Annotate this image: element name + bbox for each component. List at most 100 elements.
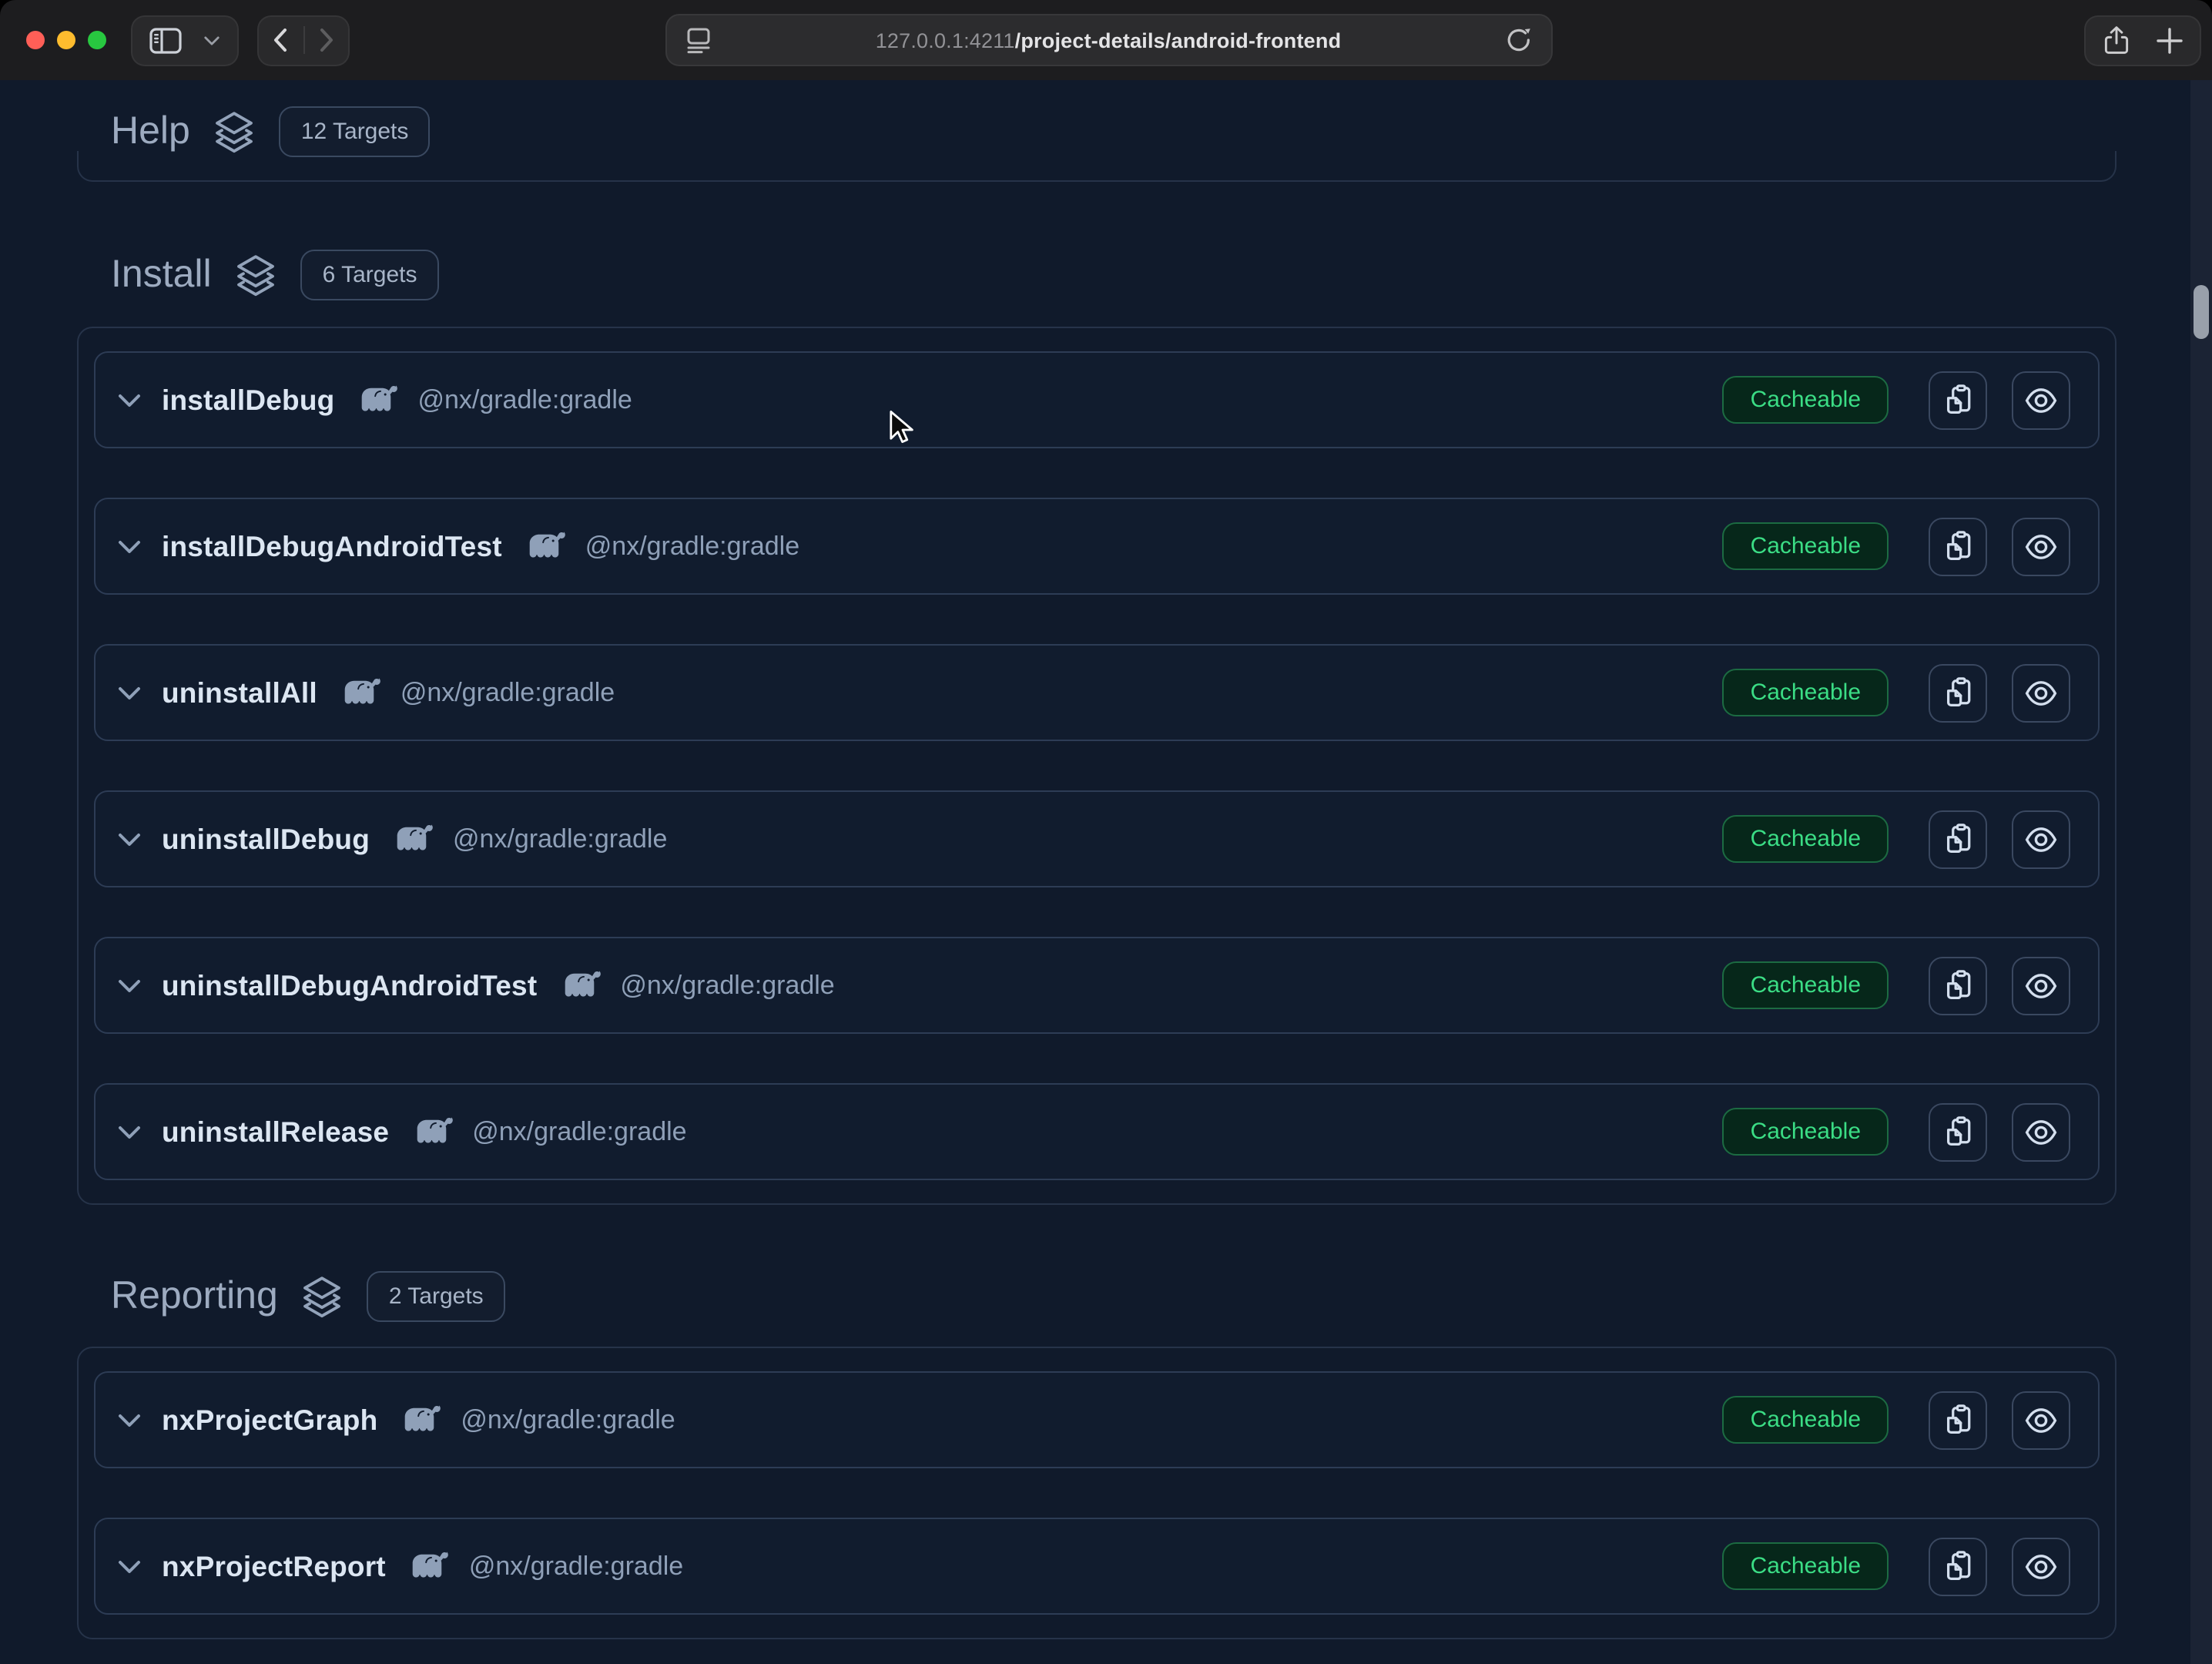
target-name: uninstallAll [162, 676, 317, 710]
gradle-elephant-icon [337, 676, 382, 710]
chevron-down-icon[interactable] [117, 1124, 142, 1139]
share-button[interactable] [2101, 23, 2132, 57]
target-row[interactable]: uninstallRelease @nx/gradle:gradle Cache… [94, 1083, 2100, 1180]
scrollbar-thumb[interactable] [2194, 285, 2209, 339]
page-settings-icon[interactable] [685, 26, 712, 54]
target-count-badge: 12 Targets [280, 106, 431, 156]
target-row[interactable]: nxProjectGraph @nx/gradle:gradle Cacheab… [94, 1371, 2100, 1468]
eye-icon [2024, 1115, 2058, 1149]
target-name: nxProjectGraph [162, 1403, 377, 1437]
gradle-elephant-icon [557, 968, 602, 1002]
cacheable-badge: Cacheable [1723, 1108, 1889, 1156]
chevron-down-icon[interactable] [203, 35, 220, 45]
target-name: uninstallRelease [162, 1115, 389, 1149]
reporting-targets-card: nxProjectGraph @nx/gradle:gradle Cacheab… [77, 1347, 2116, 1639]
section-title: Help [111, 109, 190, 153]
reload-button[interactable] [1505, 26, 1533, 54]
chevron-down-icon[interactable] [117, 538, 142, 554]
target-executor: @nx/gradle:gradle [461, 1404, 675, 1435]
zoom-window-button[interactable] [88, 31, 106, 49]
copy-button[interactable] [1929, 663, 1987, 722]
section-title: Install [111, 252, 212, 297]
browser-titlebar: 127.0.0.1:4211/project-details/android-f… [0, 0, 2212, 80]
chevron-down-icon[interactable] [117, 1558, 142, 1574]
target-row[interactable]: installDebugAndroidTest @nx/gradle:gradl… [94, 498, 2100, 595]
chevron-down-icon[interactable] [117, 685, 142, 700]
target-executor: @nx/gradle:gradle [585, 531, 799, 562]
target-row[interactable]: uninstallDebug @nx/gradle:gradle Cacheab… [94, 790, 2100, 887]
copy-icon [1942, 1404, 1974, 1436]
target-name: uninstallDebug [162, 822, 370, 856]
target-row[interactable]: nxProjectReport @nx/gradle:gradle Cachea… [94, 1518, 2100, 1615]
view-button[interactable] [2012, 1537, 2070, 1595]
close-window-button[interactable] [26, 31, 45, 49]
screen: 127.0.0.1:4211/project-details/android-f… [0, 0, 2212, 1664]
section-header-install: Install 6 Targets [111, 242, 439, 307]
view-button[interactable] [2012, 956, 2070, 1015]
gradle-elephant-icon [397, 1403, 442, 1437]
section-header-reporting: Reporting 2 Targets [111, 1263, 505, 1328]
copy-icon [1942, 1550, 1974, 1582]
view-button[interactable] [2012, 1102, 2070, 1161]
cacheable-badge: Cacheable [1723, 669, 1889, 716]
help-card-bottom-border [77, 151, 2116, 182]
cacheable-badge: Cacheable [1723, 376, 1889, 424]
copy-button[interactable] [1929, 1391, 1987, 1449]
nav-divider [303, 26, 304, 54]
target-row[interactable]: uninstallDebugAndroidTest @nx/gradle:gra… [94, 937, 2100, 1034]
chevron-down-icon[interactable] [117, 392, 142, 408]
copy-button[interactable] [1929, 517, 1987, 575]
eye-icon [2024, 529, 2058, 563]
copy-icon [1942, 969, 1974, 1001]
view-button[interactable] [2012, 810, 2070, 868]
cacheable-badge: Cacheable [1723, 522, 1889, 570]
cacheable-badge: Cacheable [1723, 961, 1889, 1009]
eye-icon [2024, 676, 2058, 710]
eye-icon [2024, 822, 2058, 856]
install-targets-card: installDebug @nx/gradle:gradle Cacheable… [77, 327, 2116, 1205]
view-button[interactable] [2012, 517, 2070, 575]
toolbar-actions-group [2084, 15, 2201, 65]
gradle-elephant-icon [354, 383, 399, 417]
url-text[interactable]: 127.0.0.1:4211/project-details/android-f… [876, 29, 1342, 52]
chevron-down-icon[interactable] [117, 1412, 142, 1427]
back-button[interactable] [273, 28, 288, 52]
new-tab-button[interactable] [2155, 25, 2184, 55]
target-executor: @nx/gradle:gradle [417, 384, 632, 415]
target-row[interactable]: installDebug @nx/gradle:gradle Cacheable [94, 351, 2100, 448]
chevron-down-icon[interactable] [117, 831, 142, 847]
layers-icon [300, 1273, 346, 1319]
eye-icon [2024, 1549, 2058, 1583]
copy-icon [1942, 823, 1974, 855]
view-button[interactable] [2012, 1391, 2070, 1449]
copy-button[interactable] [1929, 956, 1987, 1015]
target-row[interactable]: uninstallAll @nx/gradle:gradle Cacheable [94, 644, 2100, 741]
url-path: /project-details/android-frontend [1015, 29, 1342, 52]
copy-icon [1942, 530, 1974, 562]
view-button[interactable] [2012, 663, 2070, 722]
copy-button[interactable] [1929, 1102, 1987, 1161]
target-executor: @nx/gradle:gradle [469, 1551, 683, 1582]
gradle-elephant-icon [406, 1549, 451, 1583]
target-executor: @nx/gradle:gradle [620, 970, 834, 1001]
forward-button[interactable] [319, 28, 334, 52]
gradle-elephant-icon [409, 1115, 454, 1149]
cacheable-badge: Cacheable [1723, 815, 1889, 863]
eye-icon [2024, 383, 2058, 417]
copy-icon [1942, 1115, 1974, 1148]
target-name: installDebugAndroidTest [162, 529, 502, 563]
target-executor: @nx/gradle:gradle [472, 1116, 686, 1147]
chevron-down-icon[interactable] [117, 978, 142, 993]
copy-button[interactable] [1929, 371, 1987, 429]
copy-button[interactable] [1929, 810, 1987, 868]
layers-icon [212, 108, 258, 154]
minimize-window-button[interactable] [57, 31, 75, 49]
target-executor: @nx/gradle:gradle [453, 824, 667, 854]
address-bar[interactable]: 127.0.0.1:4211/project-details/android-f… [665, 14, 1553, 66]
sidebar-icon[interactable] [149, 27, 182, 53]
sidebar-toggle-group[interactable] [131, 15, 239, 65]
copy-button[interactable] [1929, 1537, 1987, 1595]
section-title: Reporting [111, 1273, 278, 1318]
view-button[interactable] [2012, 371, 2070, 429]
target-name: uninstallDebugAndroidTest [162, 968, 537, 1002]
